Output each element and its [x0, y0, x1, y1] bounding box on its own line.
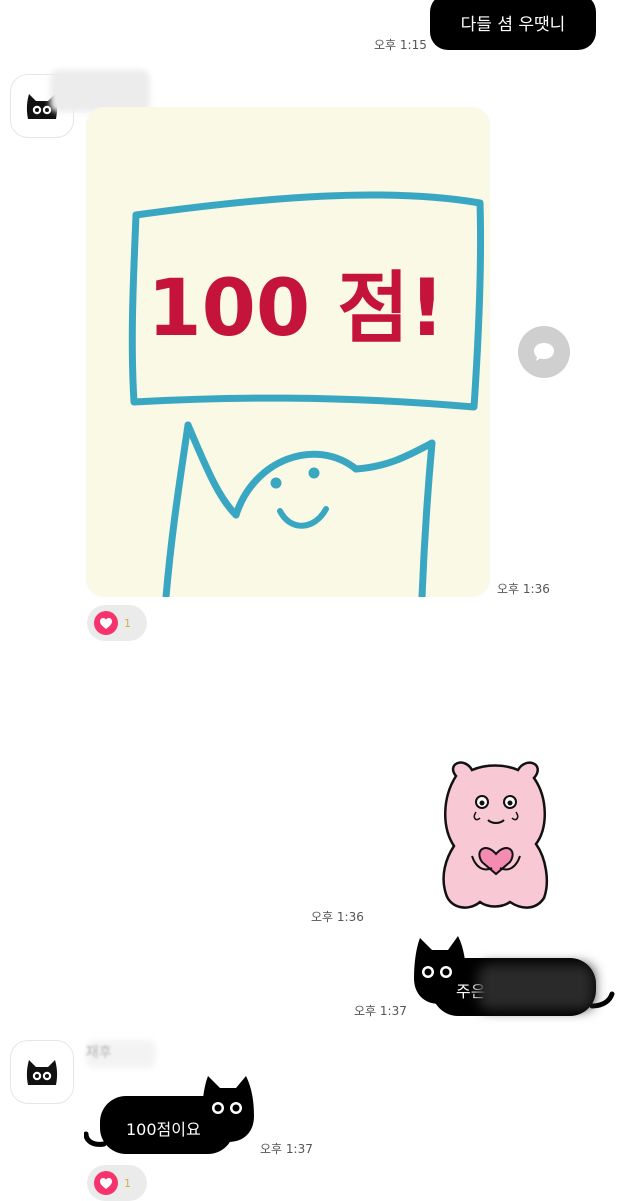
bear-sticker-icon: [442, 761, 548, 909]
reaction-badge[interactable]: 1: [87, 605, 147, 641]
message-time: 오후 1:37: [354, 1004, 407, 1018]
outgoing-message-bubble[interactable]: 다들 셤 우땟니: [430, 0, 596, 50]
heart-icon: [94, 611, 118, 635]
bear-sticker[interactable]: [436, 758, 554, 914]
black-cat-bubble-shape: [84, 1076, 254, 1154]
reaction-count: 1: [124, 616, 131, 630]
incoming-cat-bubble[interactable]: 100점이요: [84, 1074, 256, 1156]
blurred-text-overlay: [478, 964, 594, 1010]
sign-text: 100 점!: [147, 264, 444, 354]
share-button[interactable]: [518, 326, 570, 378]
incoming-cat-text: 100점이요: [126, 1120, 201, 1139]
black-cat-icon: [26, 1060, 58, 1085]
sender-name-blurred: [86, 1040, 156, 1068]
message-time: 오후 1:15: [374, 38, 427, 52]
reaction-count: 1: [124, 1176, 131, 1190]
sender-avatar[interactable]: [10, 1040, 74, 1104]
outgoing-cat-bubble[interactable]: 주은: [412, 934, 616, 1018]
outgoing-message-text: 다들 셤 우땟니: [460, 14, 566, 35]
photo-message[interactable]: 100 점!: [86, 107, 490, 597]
message-time: 오후 1:36: [497, 582, 550, 596]
reaction-badge[interactable]: 1: [87, 1165, 147, 1201]
message-time: 오후 1:37: [260, 1142, 313, 1156]
heart-icon: [94, 1171, 118, 1195]
message-time: 오후 1:36: [311, 910, 364, 924]
sender-name-blurred: [50, 70, 150, 112]
photo-illustration: 100 점!: [86, 107, 490, 597]
speech-bubble-icon: [534, 343, 554, 361]
